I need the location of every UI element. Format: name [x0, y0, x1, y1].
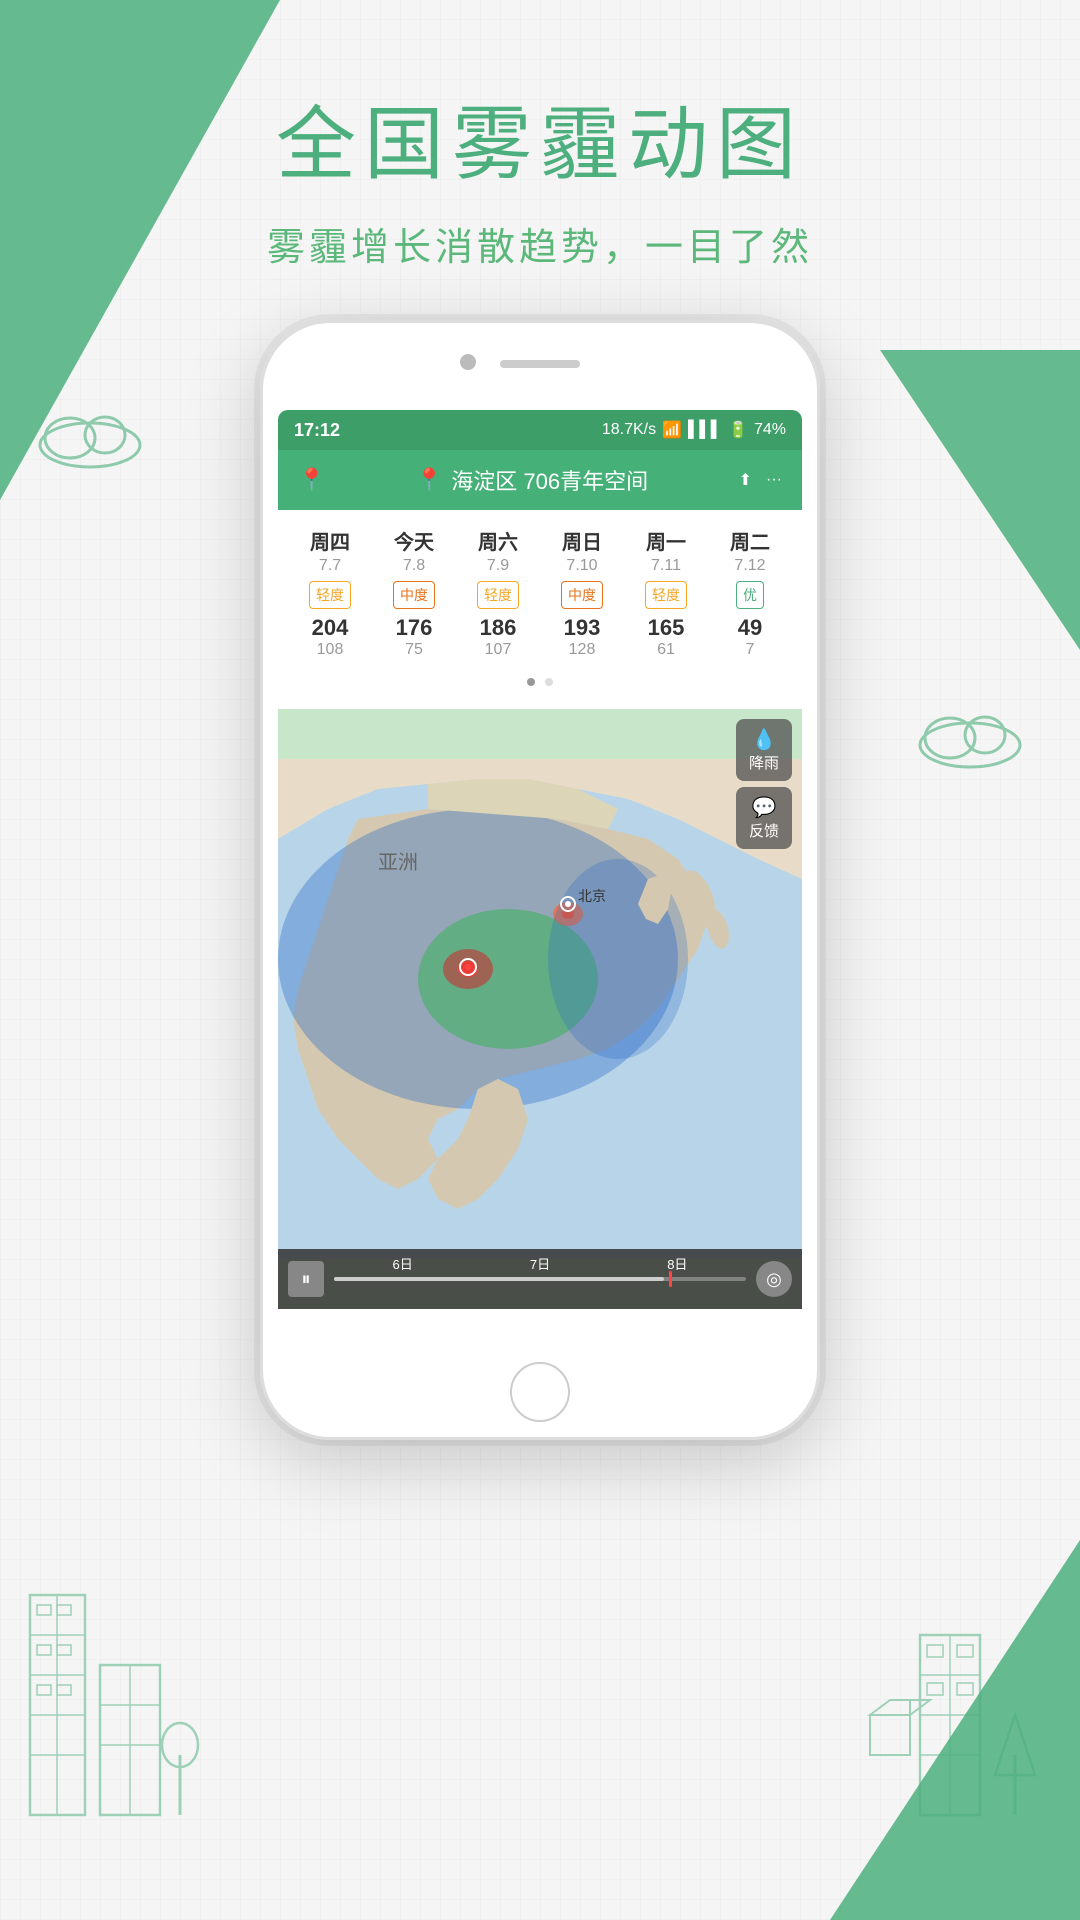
- map-section[interactable]: 亚洲 北京 💧: [278, 709, 802, 1309]
- cloud-decoration-tl: [30, 400, 150, 475]
- feedback-icon: 💬: [746, 795, 782, 820]
- share-icon[interactable]: ⬆: [739, 470, 752, 490]
- day-badge-4: 轻度: [645, 581, 687, 609]
- day-name-2: 周六: [460, 526, 536, 555]
- timeline-marker: [669, 1271, 672, 1287]
- map-overlay-buttons: 💧 降雨 💬 反馈: [736, 719, 792, 849]
- play-icon: ⏸: [302, 1269, 311, 1290]
- signal-icon: ▌▌▌: [688, 421, 722, 439]
- day-date-0: 7.7: [292, 557, 368, 575]
- header-location[interactable]: 📍 海淀区 706青年空间: [325, 464, 738, 496]
- dot-1[interactable]: [527, 678, 535, 686]
- header-actions: ⬆ ···: [739, 470, 782, 490]
- day-badge-3: 中度: [561, 581, 603, 609]
- location-pin-left-icon[interactable]: 📍: [298, 467, 325, 493]
- play-pause-button[interactable]: ⏸: [288, 1261, 324, 1297]
- day-aqi2-5: 7: [712, 641, 788, 659]
- timeline-label-1: 6日: [393, 1254, 413, 1273]
- day-aqi2-0: 108: [292, 641, 368, 659]
- more-icon[interactable]: ···: [766, 471, 782, 489]
- day-col-4[interactable]: 周一 7.11 轻度 165 61: [624, 520, 708, 665]
- rain-icon: 💧: [746, 727, 782, 752]
- day-date-1: 7.8: [376, 557, 452, 575]
- day-aqi-5: 49: [712, 615, 788, 641]
- day-badge-1: 中度: [393, 581, 435, 609]
- phone-camera: [460, 354, 476, 370]
- timeline-bar: ⏸ 6日 7日 8日 ◎: [278, 1249, 802, 1309]
- title-section: 全国雾霾动图 雾霾增长消散趋势，一目了然: [0, 80, 1080, 271]
- day-aqi-3: 193: [544, 615, 620, 641]
- timeline-track[interactable]: 6日 7日 8日: [334, 1277, 746, 1281]
- phone-outer: 17:12 18.7K/s 📶 ▌▌▌ 🔋 74% 📍 📍 海淀区 706青年空…: [260, 320, 820, 1440]
- day-name-1: 今天: [376, 526, 452, 555]
- day-aqi-2: 186: [460, 615, 536, 641]
- days-row: 周四 7.7 轻度 204 108 今天 7.8 中度 176 75 周六 7.…: [278, 520, 802, 665]
- day-date-3: 7.10: [544, 557, 620, 575]
- app-header: 📍 📍 海淀区 706青年空间 ⬆ ···: [278, 450, 802, 510]
- day-col-2[interactable]: 周六 7.9 轻度 186 107: [456, 520, 540, 665]
- map-background: 亚洲 北京 💧: [278, 709, 802, 1309]
- feedback-label: 反馈: [749, 823, 779, 840]
- status-bar: 17:12 18.7K/s 📶 ▌▌▌ 🔋 74%: [278, 410, 802, 450]
- day-aqi-4: 165: [628, 615, 704, 641]
- day-col-5[interactable]: 周二 7.12 优 49 7: [708, 520, 792, 665]
- day-col-0[interactable]: 周四 7.7 轻度 204 108: [288, 520, 372, 665]
- buildings-decoration-bl: [20, 1535, 220, 1840]
- status-battery: 74%: [754, 421, 786, 439]
- day-date-5: 7.12: [712, 557, 788, 575]
- dot-2[interactable]: [545, 678, 553, 686]
- rain-button[interactable]: 💧 降雨: [736, 719, 792, 781]
- day-aqi2-1: 75: [376, 641, 452, 659]
- timeline-labels: 6日 7日 8日: [334, 1254, 746, 1277]
- phone-mockup: 17:12 18.7K/s 📶 ▌▌▌ 🔋 74% 📍 📍 海淀区 706青年空…: [260, 320, 820, 1440]
- main-title: 全国雾霾动图: [0, 80, 1080, 196]
- day-aqi2-3: 128: [544, 641, 620, 659]
- day-aqi-1: 176: [376, 615, 452, 641]
- battery-icon: 🔋: [728, 420, 748, 440]
- day-badge-2: 轻度: [477, 581, 519, 609]
- phone-screen: 17:12 18.7K/s 📶 ▌▌▌ 🔋 74% 📍 📍 海淀区 706青年空…: [278, 410, 802, 1360]
- day-name-5: 周二: [712, 526, 788, 555]
- timeline-progress: [334, 1277, 664, 1281]
- wifi-icon: 📶: [662, 420, 682, 440]
- day-date-2: 7.9: [460, 557, 536, 575]
- day-aqi2-4: 61: [628, 641, 704, 659]
- day-badge-0: 轻度: [309, 581, 351, 609]
- location-pin-icon: 📍: [416, 467, 443, 493]
- day-badge-5: 优: [736, 581, 764, 609]
- status-speed: 18.7K/s: [602, 421, 656, 439]
- timeline-label-2: 7日: [530, 1254, 550, 1273]
- day-aqi2-2: 107: [460, 641, 536, 659]
- day-name-3: 周日: [544, 526, 620, 555]
- asia-label: 亚洲: [378, 852, 418, 874]
- phone-speaker: [500, 360, 580, 368]
- location-button[interactable]: ◎: [756, 1261, 792, 1297]
- pagination: [278, 665, 802, 699]
- location-text: 海淀区 706青年空间: [451, 464, 648, 496]
- day-col-3[interactable]: 周日 7.10 中度 193 128: [540, 520, 624, 665]
- buildings-decoration-br: [860, 1535, 1060, 1840]
- status-time: 17:12: [294, 420, 340, 441]
- forecast-section: 周四 7.7 轻度 204 108 今天 7.8 中度 176 75 周六 7.…: [278, 510, 802, 709]
- day-aqi-0: 204: [292, 615, 368, 641]
- map-svg: 亚洲 北京: [278, 709, 802, 1309]
- cloud-decoration-tr: [910, 700, 1030, 775]
- feedback-button[interactable]: 💬 反馈: [736, 787, 792, 849]
- subtitle: 雾霾增长消散趋势，一目了然: [0, 216, 1080, 271]
- rain-label: 降雨: [749, 755, 779, 772]
- day-name-4: 周一: [628, 526, 704, 555]
- svg-text:北京: 北京: [578, 888, 606, 904]
- location-icon: ◎: [766, 1269, 782, 1290]
- day-col-1[interactable]: 今天 7.8 中度 176 75: [372, 520, 456, 665]
- status-right: 18.7K/s 📶 ▌▌▌ 🔋 74%: [602, 420, 786, 440]
- day-date-4: 7.11: [628, 557, 704, 575]
- home-button[interactable]: [510, 1362, 570, 1422]
- day-name-0: 周四: [292, 526, 368, 555]
